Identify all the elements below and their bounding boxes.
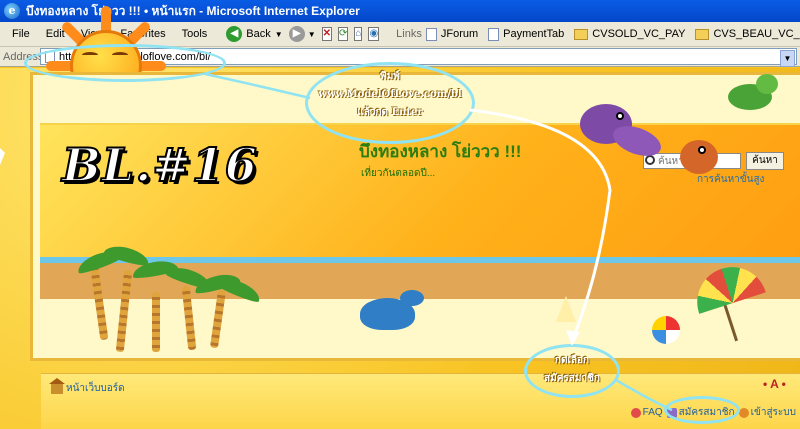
font-size-control[interactable]: • A • <box>763 377 786 391</box>
login-link[interactable]: เข้าสู่ระบบ <box>751 405 796 420</box>
register-instruction: กดเลือก สมัครสมาชิก <box>524 352 620 388</box>
link-cvsold[interactable]: CVSOLD_VC_PAY <box>574 28 685 40</box>
page-icon <box>488 27 500 41</box>
forward-dropdown-icon[interactable]: ▼ <box>308 30 316 39</box>
search-toolbar-icon[interactable]: ◉ <box>368 27 380 41</box>
back-label: Back <box>246 28 271 40</box>
forward-arrow-icon: ▶ <box>288 26 305 42</box>
faq-icon <box>630 407 641 418</box>
menu-tools[interactable]: Tools <box>174 28 216 40</box>
register-instruction-line1: กดเลือก <box>554 355 590 366</box>
orange-bird-illustration <box>680 140 718 174</box>
register-instruction-line2: สมัครสมาชิก <box>544 373 600 384</box>
forward-button[interactable]: ▶ ▼ <box>286 26 319 42</box>
search-icon <box>645 155 655 165</box>
bird-eye <box>698 146 706 154</box>
sailboat-illustration <box>556 296 576 322</box>
forum-logo[interactable]: BL.#16 <box>61 137 258 193</box>
home-icon[interactable]: ⌂ <box>354 27 363 41</box>
folder-icon <box>695 28 710 40</box>
link-cvsbeau[interactable]: CVS_BEAU_VC_PAY_ <box>695 28 800 40</box>
address-highlight-ellipse <box>24 44 226 82</box>
url-instruction: พิมพ์ www.ModelOfLove.com/bl แล้วกด Ente… <box>305 68 475 122</box>
green-bird-head <box>756 74 778 94</box>
ie-logo-icon: e <box>4 3 20 19</box>
palm-trunk <box>152 292 160 352</box>
back-dropdown-icon[interactable]: ▼ <box>275 30 283 39</box>
site-description: เที่ยวกันตลอดปี... <box>361 168 436 179</box>
links-label: Links <box>396 28 422 40</box>
back-arrow-icon: ◀ <box>226 26 243 42</box>
url-instruction-line2: www.ModelOfLove.com/bl <box>318 89 462 100</box>
address-dropdown-icon[interactable]: ▼ <box>780 50 795 67</box>
folder-icon <box>574 28 589 40</box>
house-icon <box>49 378 65 394</box>
bird-eye <box>616 112 624 120</box>
forum-home-link[interactable]: หน้าเว็บบอร์ด <box>49 378 125 396</box>
whale-illustration <box>360 298 415 330</box>
faq-link[interactable]: FAQ <box>643 407 663 418</box>
url-instruction-line3: แล้วกด Enter <box>357 107 423 118</box>
search-button[interactable]: ค้นหา <box>746 152 784 170</box>
login-icon <box>738 407 749 418</box>
link-jforum[interactable]: JForum <box>425 27 479 41</box>
url-instruction-line1: พิมพ์ <box>380 71 400 82</box>
forum-home-label: หน้าเว็บบอร์ด <box>66 383 125 394</box>
page-icon <box>425 27 437 41</box>
back-button[interactable]: ◀ Back ▼ <box>223 26 285 42</box>
link-paymenttab-label: PaymentTab <box>503 28 565 40</box>
link-paymenttab[interactable]: PaymentTab <box>488 27 565 41</box>
beach-ball-illustration <box>652 316 680 344</box>
advanced-search-link[interactable]: การค้นหาขั้นสูง <box>697 172 764 187</box>
menu-file[interactable]: File <box>4 28 38 40</box>
link-cvsbeau-label: CVS_BEAU_VC_PAY_ <box>713 28 800 40</box>
link-jforum-label: JForum <box>440 28 479 40</box>
link-cvsold-label: CVSOLD_VC_PAY <box>592 28 686 40</box>
register-link-highlight <box>664 396 740 424</box>
refresh-icon[interactable]: ⟳ <box>338 27 349 41</box>
mouse-cursor <box>0 148 5 165</box>
stop-icon[interactable]: ✕ <box>321 27 332 41</box>
